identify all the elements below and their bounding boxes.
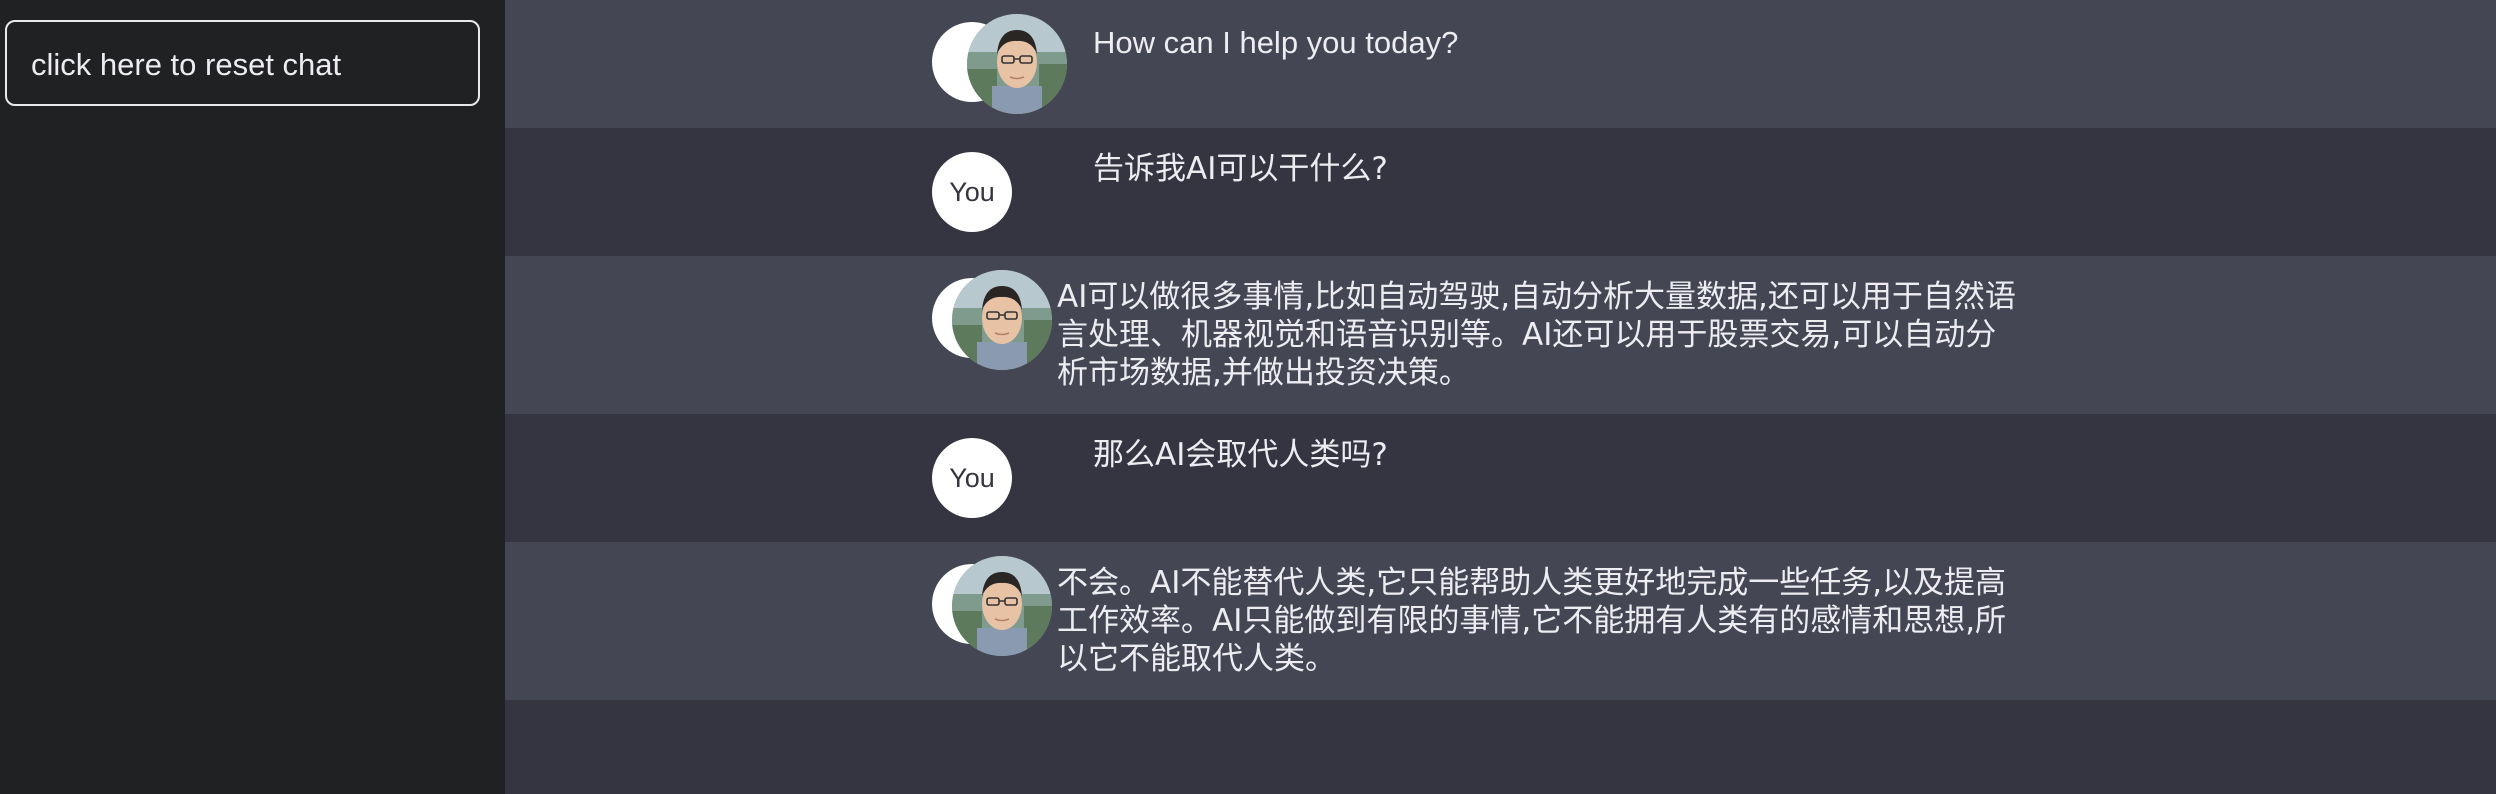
message-text: 不会。AI不能替代人类,它只能帮助人类更好地完成一些任务,以及提高工作效率。AI… (1057, 565, 2007, 677)
assistant-photo-icon (952, 556, 1052, 656)
chat-area: How can I help you today? You 告诉我AI可以干什么… (505, 0, 2496, 794)
assistant-message: AI可以做很多事情,比如自动驾驶,自动分析大量数据,还可以用于自然语言处理、机器… (505, 256, 2496, 414)
assistant-photo-icon (967, 14, 1067, 114)
assistant-message: How can I help you today? (505, 0, 2496, 128)
user-message: You 告诉我AI可以干什么? (505, 128, 2496, 256)
sidebar: click here to reset chat (0, 0, 505, 794)
message-text: 那么AI会取代人类吗? (1093, 437, 1388, 473)
reset-chat-button[interactable]: click here to reset chat (5, 20, 480, 106)
message-text: AI可以做很多事情,比如自动驾驶,自动分析大量数据,还可以用于自然语言处理、机器… (1057, 279, 2016, 391)
assistant-avatar (932, 14, 1067, 117)
message-text: How can I help you today? (1093, 25, 1459, 60)
user-message: You 那么AI会取代人类吗? (505, 414, 2496, 542)
chat-app: click here to reset chat How can I help … (0, 0, 2496, 794)
assistant-avatar (932, 270, 1067, 373)
assistant-avatar (932, 556, 1067, 659)
assistant-photo-icon (952, 270, 1052, 370)
assistant-message: 不会。AI不能替代人类,它只能帮助人类更好地完成一些任务,以及提高工作效率。AI… (505, 542, 2496, 700)
user-avatar: You (932, 438, 1012, 518)
user-avatar: You (932, 152, 1012, 232)
message-text: 告诉我AI可以干什么? (1093, 151, 1388, 187)
